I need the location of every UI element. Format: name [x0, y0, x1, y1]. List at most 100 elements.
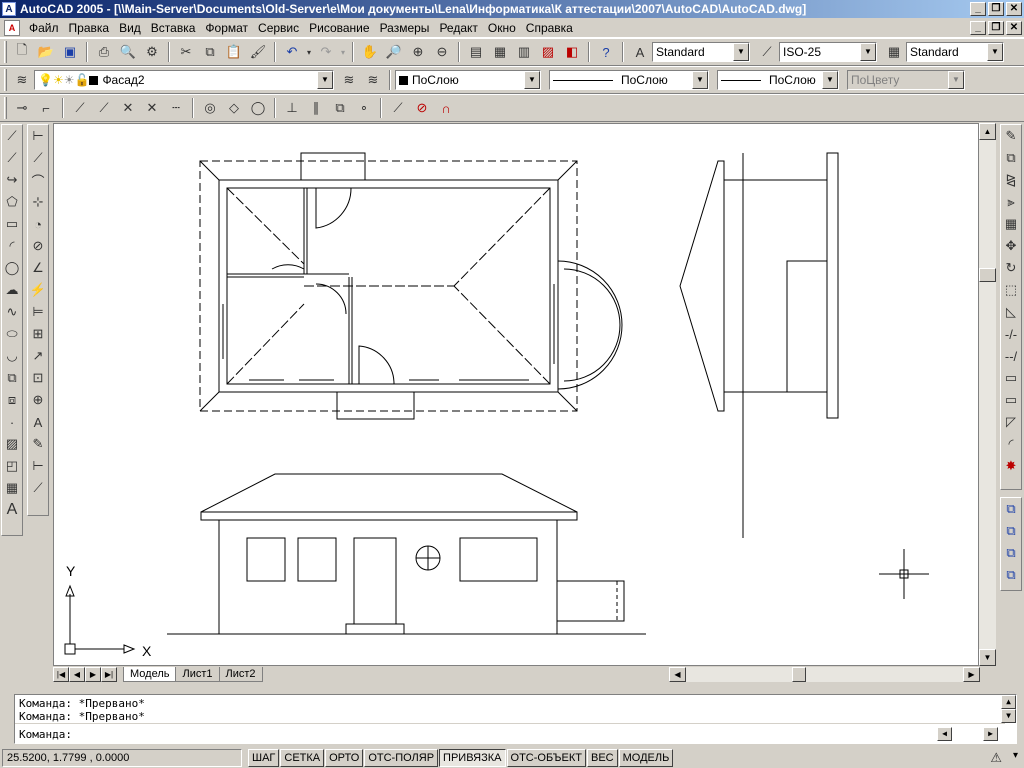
tab-layout2[interactable]: Лист2: [218, 667, 263, 682]
table-icon[interactable]: ▦: [2, 477, 22, 499]
snap-quadrant-icon[interactable]: ◇: [223, 97, 245, 119]
help-icon[interactable]: ?: [595, 41, 617, 63]
menu-draw[interactable]: Рисование: [304, 19, 374, 37]
model-toggle[interactable]: МОДЕЛЬ: [618, 749, 674, 767]
save-icon[interactable]: ▣: [59, 41, 81, 63]
layer-manager-icon[interactable]: ≋: [11, 69, 33, 91]
fillet-icon[interactable]: ◜: [1001, 433, 1021, 455]
polygon-icon[interactable]: ⬠: [2, 191, 22, 213]
publish-icon[interactable]: ⚙: [141, 41, 163, 63]
statusbar-menu-icon[interactable]: ▾: [1013, 750, 1018, 761]
snap-endpoint-icon[interactable]: ⟋: [69, 97, 91, 119]
quick-leader-icon[interactable]: ↗: [28, 345, 48, 367]
color-select[interactable]: ПоСлою ▼: [395, 70, 541, 90]
array-icon[interactable]: ▦: [1001, 213, 1021, 235]
osnap-toggle[interactable]: ПРИВЯЗКА: [439, 749, 506, 767]
toolbar-grip[interactable]: [4, 97, 7, 119]
hatch-icon[interactable]: ▨: [2, 433, 22, 455]
make-block-icon[interactable]: ⧈: [2, 389, 22, 411]
bring-to-front-icon[interactable]: ⧉: [1001, 498, 1021, 520]
offset-icon[interactable]: ⫸: [1001, 191, 1021, 213]
tab-model[interactable]: Модель: [123, 667, 177, 682]
layer-lock-icon[interactable]: 🔓: [74, 73, 89, 87]
doc-restore-button[interactable]: ❐: [988, 21, 1004, 35]
properties-icon[interactable]: ▤: [465, 41, 487, 63]
chevron-down-icon[interactable]: ▼: [987, 43, 1003, 61]
snap-parallel-icon[interactable]: ∥: [305, 97, 327, 119]
print-icon[interactable]: ⎙: [93, 41, 115, 63]
snap-node-icon[interactable]: ∘: [353, 97, 375, 119]
dim-update-icon[interactable]: ⊢: [28, 455, 48, 477]
construction-line-icon[interactable]: ⟋: [2, 147, 22, 169]
linetype-select[interactable]: ПоСлою ▼: [549, 70, 709, 90]
cmd-scroll-down-icon[interactable]: ▼: [1001, 709, 1016, 723]
vertical-scroll-thumb[interactable]: [979, 268, 996, 282]
scroll-down-icon[interactable]: ▼: [979, 649, 996, 666]
polyline-icon[interactable]: ↪: [2, 169, 22, 191]
scroll-up-icon[interactable]: ▲: [979, 123, 996, 140]
dim-ordinate-icon[interactable]: ⊹: [28, 191, 48, 213]
text-style-select[interactable]: Standard ▼: [652, 42, 750, 62]
dim-arc-length-icon[interactable]: ⌒: [28, 169, 48, 191]
tool-palettes-icon[interactable]: ▥: [513, 41, 535, 63]
open-file-icon[interactable]: 📂: [35, 41, 57, 63]
layer-on-icon[interactable]: 💡: [38, 73, 53, 87]
snap-nearest-icon[interactable]: ⟋: [387, 97, 409, 119]
markup-icon[interactable]: ◧: [561, 41, 583, 63]
chamfer-icon[interactable]: ◸: [1001, 411, 1021, 433]
tab-layout1[interactable]: Лист1: [175, 667, 220, 682]
dim-aligned-icon[interactable]: ⟋: [28, 147, 48, 169]
undo-icon[interactable]: ↶: [281, 41, 303, 63]
chevron-down-icon[interactable]: ▼: [822, 71, 838, 89]
command-window[interactable]: Команда: *Прервано* Команда: *Прервано* …: [14, 694, 1017, 744]
stretch-icon[interactable]: ◺: [1001, 301, 1021, 323]
dim-radius-icon[interactable]: ◔: [28, 213, 48, 235]
ellipse-arc-icon[interactable]: ◡: [2, 345, 22, 367]
trim-icon[interactable]: -/-: [1001, 323, 1021, 345]
snap-midpoint-icon[interactable]: ⟋: [93, 97, 115, 119]
cmd-scroll-right-icon[interactable]: ▶: [983, 727, 998, 741]
menu-window[interactable]: Окно: [483, 19, 521, 37]
region-icon[interactable]: ◰: [2, 455, 22, 477]
drawing-svg[interactable]: Y X: [54, 124, 980, 667]
table-style-select[interactable]: Standard ▼: [906, 42, 1004, 62]
point-icon[interactable]: ·: [2, 411, 22, 433]
line-icon[interactable]: ⟋: [2, 125, 22, 147]
menu-file[interactable]: Файл: [24, 19, 64, 37]
chevron-down-icon[interactable]: ▼: [317, 71, 333, 89]
last-layout-button[interactable]: ▶|: [101, 667, 117, 682]
vertical-scrollbar[interactable]: ▲ ▼: [979, 123, 996, 666]
chevron-down-icon[interactable]: ▼: [524, 71, 540, 89]
dim-diameter-icon[interactable]: ⊘: [28, 235, 48, 257]
break-icon[interactable]: ▭: [1001, 389, 1021, 411]
arc-icon[interactable]: ◜: [2, 235, 22, 257]
zoom-realtime-icon[interactable]: 🔎: [383, 41, 405, 63]
menu-insert[interactable]: Вставка: [146, 19, 201, 37]
dim-continue-icon[interactable]: ⊞: [28, 323, 48, 345]
otrack-toggle[interactable]: ОТС-ОБЪЕКТ: [506, 749, 586, 767]
toolbar-grip[interactable]: [4, 69, 7, 91]
pan-icon[interactable]: ✋: [359, 41, 381, 63]
copy-icon[interactable]: ⧉: [199, 41, 221, 63]
rectangle-icon[interactable]: ▭: [2, 213, 22, 235]
move-icon[interactable]: ✥: [1001, 235, 1021, 257]
layer-freeze-icon[interactable]: ☀: [53, 73, 64, 87]
menu-tools[interactable]: Сервис: [253, 19, 304, 37]
table-style-icon[interactable]: ▦: [883, 41, 905, 63]
print-preview-icon[interactable]: 🔍: [117, 41, 139, 63]
horizontal-scroll-thumb[interactable]: [792, 667, 806, 682]
osnap-settings-icon[interactable]: ∩: [435, 97, 457, 119]
first-layout-button[interactable]: |◀: [53, 667, 69, 682]
mirror-icon[interactable]: ⧎: [1001, 169, 1021, 191]
coordinates-display[interactable]: 25.5200, 1.7799 , 0.0000: [2, 749, 242, 767]
grid-toggle[interactable]: СЕТКА: [280, 749, 325, 767]
undo-dropdown-icon[interactable]: ▾: [305, 41, 313, 63]
autocad-icon[interactable]: A: [2, 2, 16, 16]
design-center-icon[interactable]: ▦: [489, 41, 511, 63]
extend-icon[interactable]: --/: [1001, 345, 1021, 367]
dim-style-manager-icon[interactable]: ⟋: [28, 477, 48, 499]
bring-above-icon[interactable]: ⧉: [1001, 542, 1021, 564]
new-file-icon[interactable]: 🗋: [11, 41, 33, 63]
text-style-icon[interactable]: A: [629, 41, 651, 63]
insert-block-icon[interactable]: ⧉: [2, 367, 22, 389]
